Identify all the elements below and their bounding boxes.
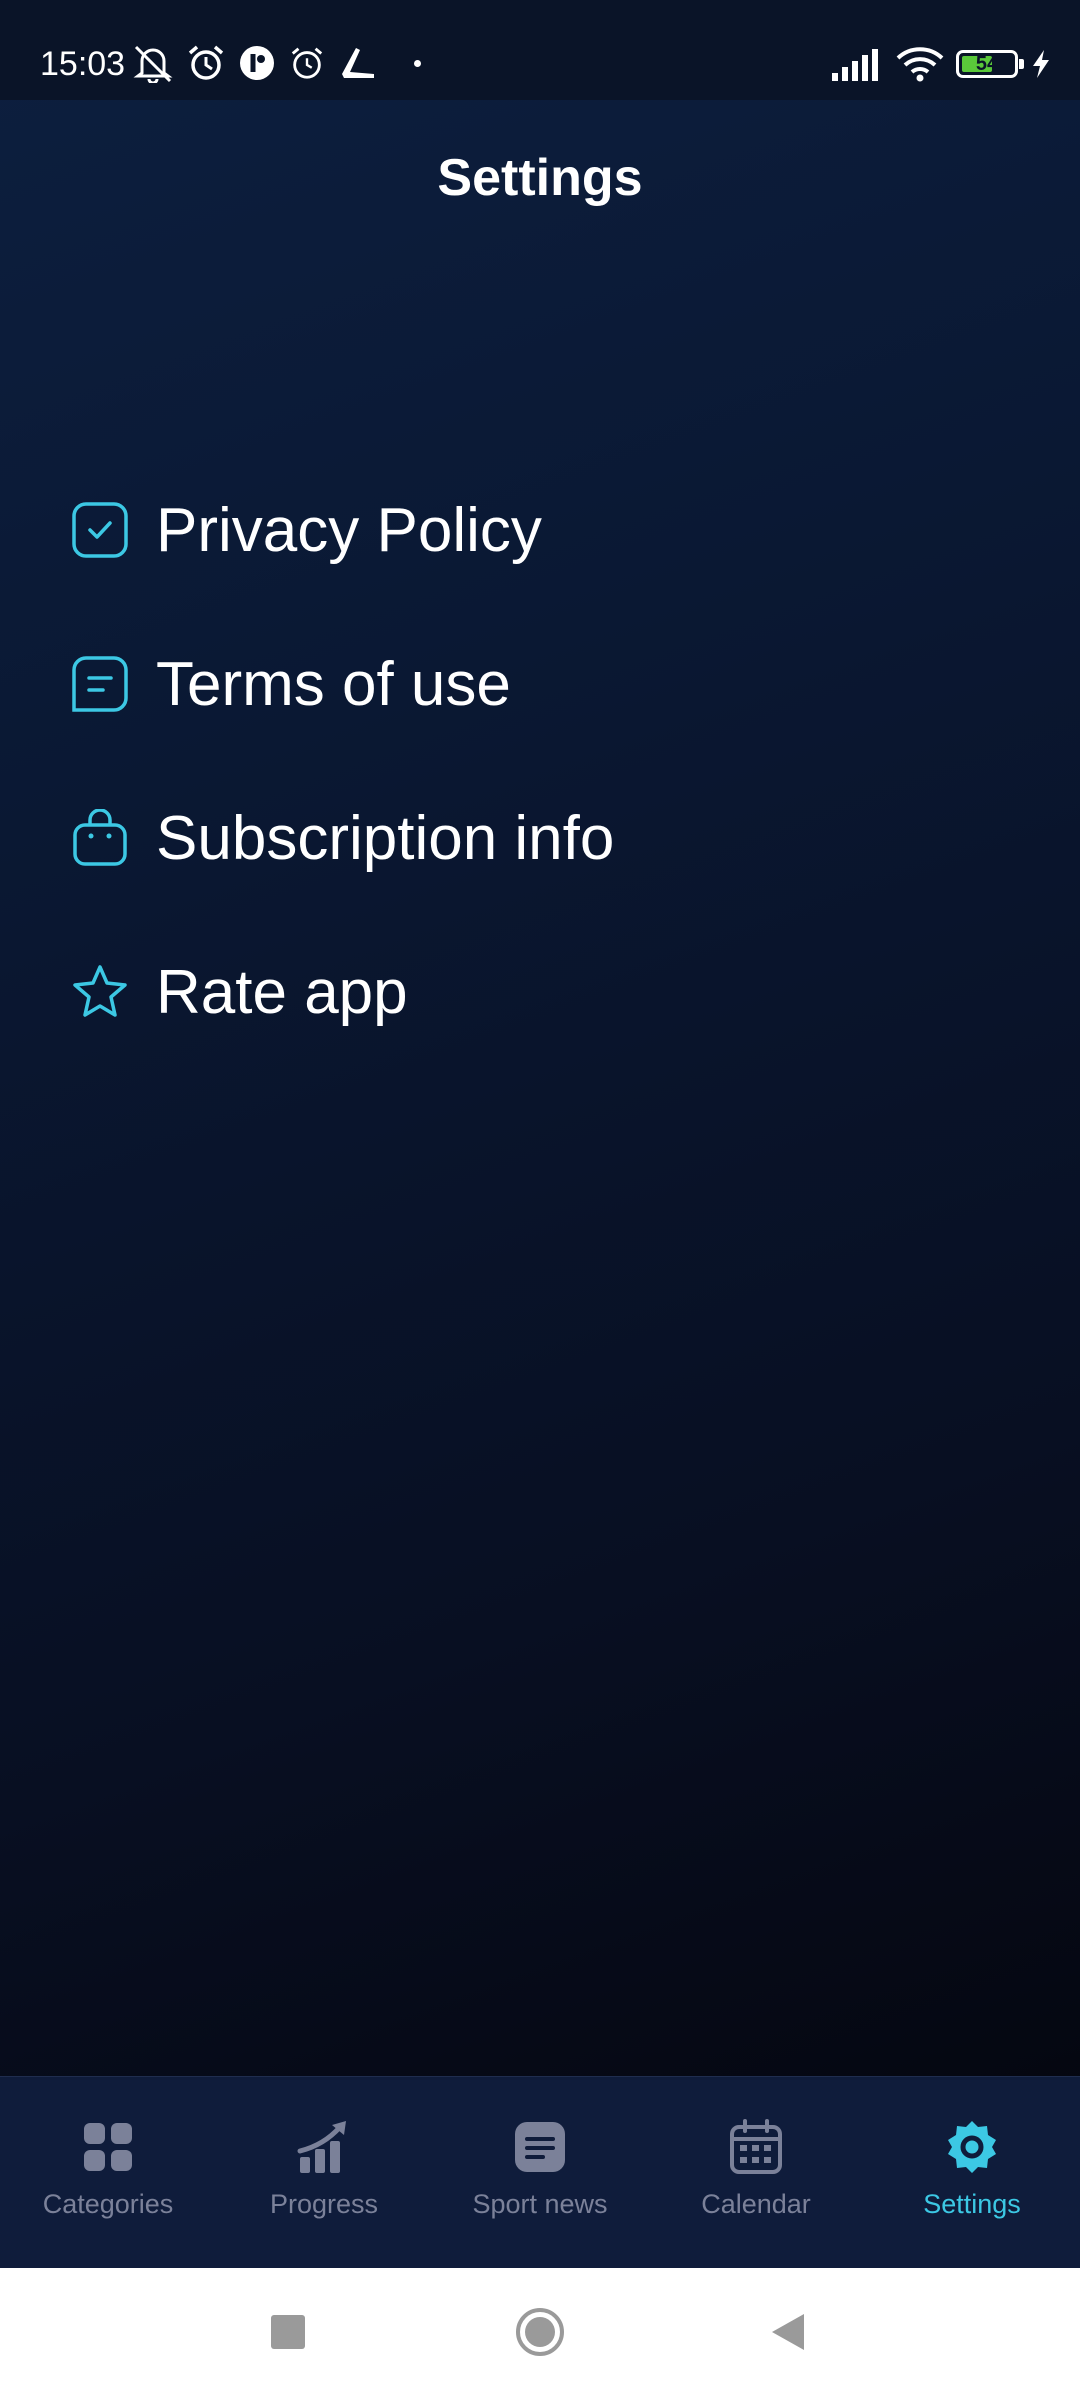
star-icon (70, 962, 130, 1022)
status-icons-right: 54 (830, 42, 1052, 86)
charging-icon (1033, 50, 1049, 78)
gear-icon (944, 2119, 1000, 2175)
wifi-icon (896, 47, 944, 82)
nav-label: Settings (923, 2189, 1021, 2219)
nav-item-settings[interactable]: Settings (864, 2077, 1080, 2269)
nav-label: Calendar (701, 2189, 811, 2219)
alarm-icon (291, 47, 323, 79)
menu-item-label: Rate app (156, 957, 408, 1027)
signal-icon (832, 49, 878, 81)
recents-button[interactable] (270, 2314, 306, 2350)
battery-icon: 54 (956, 50, 1024, 78)
news-icon (512, 2119, 568, 2175)
status-icons-left (132, 40, 421, 86)
shopping-bag-icon (70, 808, 130, 868)
app-icon (240, 46, 274, 80)
battery-level: 54 (975, 53, 999, 75)
nav-item-categories[interactable]: Categories (0, 2077, 216, 2269)
checkbox-icon (70, 500, 130, 560)
grid-icon (80, 2119, 136, 2175)
nav-label: Categories (42, 2189, 174, 2219)
chart-up-icon (296, 2119, 352, 2175)
menu-item-terms-of-use[interactable]: Terms of use (70, 634, 970, 734)
back-button[interactable] (770, 2312, 806, 2352)
calendar-icon (728, 2119, 784, 2175)
menu-item-privacy-policy[interactable]: Privacy Policy (70, 480, 970, 580)
square-icon (271, 2315, 305, 2349)
menu-item-label: Terms of use (156, 649, 511, 719)
settings-menu: Privacy Policy Terms of use Subscription… (70, 480, 970, 1096)
nike-icon (342, 48, 374, 78)
nav-item-sport-news[interactable]: Sport news (432, 2077, 648, 2269)
bottom-nav: Categories Progress Sport news Calendar … (0, 2076, 1080, 2269)
system-nav-bar (0, 2268, 1080, 2400)
dot-icon (414, 59, 421, 67)
menu-item-subscription-info[interactable]: Subscription info (70, 788, 970, 888)
menu-item-rate-app[interactable]: Rate app (70, 942, 970, 1042)
status-bar: 15:03 54 (0, 0, 1080, 100)
home-button[interactable] (514, 2306, 566, 2358)
alarm-icon (188, 45, 224, 80)
page-title: Settings (437, 149, 643, 207)
triangle-back-icon (772, 2314, 804, 2350)
nav-label: Sport news (472, 2189, 608, 2219)
nav-item-calendar[interactable]: Calendar (648, 2077, 864, 2269)
mute-icon (133, 45, 173, 83)
menu-item-label: Privacy Policy (156, 495, 542, 565)
nav-item-progress[interactable]: Progress (216, 2077, 432, 2269)
menu-item-label: Subscription info (156, 803, 615, 873)
status-time: 15:03 (40, 45, 126, 83)
circle-icon (516, 2308, 564, 2356)
nav-label: Progress (269, 2189, 379, 2219)
note-icon (70, 654, 130, 714)
